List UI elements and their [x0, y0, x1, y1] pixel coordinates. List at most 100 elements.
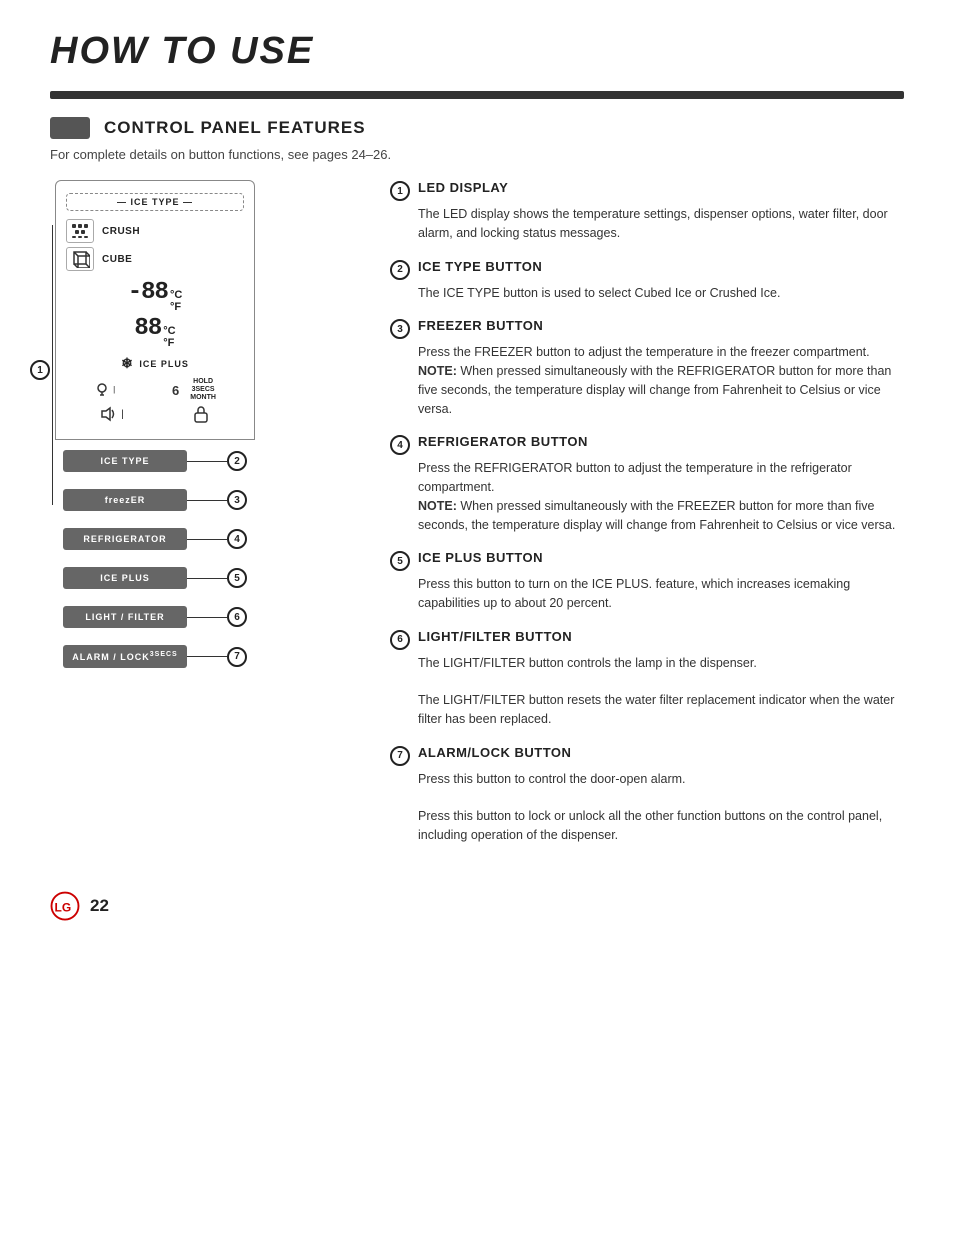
feature-title-3: FREEZER BUTTON [418, 318, 543, 333]
note-label-4: NOTE: [418, 499, 457, 513]
feature-light-filter: 6 LIGHT/FILTER BUTTON The LIGHT/FILTER b… [390, 629, 914, 729]
volume-divider: | [121, 409, 124, 420]
page-footer: LG 22 [0, 871, 954, 941]
ice-plus-btn-row: ICE PLUS 5 [63, 567, 247, 589]
control-panel-diagram: — ICE TYPE — [55, 180, 255, 682]
temp1-digits: -88 [128, 279, 168, 306]
feature-badge-1: 1 [390, 181, 410, 201]
ice-type-button[interactable]: ICE TYPE [63, 450, 187, 472]
feature-title-7: ALARM/LOCK BUTTON [418, 745, 571, 760]
temp-display: -88 °C °F 88 °C °F [66, 279, 244, 349]
feature-header-4: 4 REFRIGERATOR BUTTON [390, 434, 914, 455]
feature-header-7: 7 ALARM/LOCK BUTTON [390, 745, 914, 766]
right-panel: 1 LED DISPLAY The LED display shows the … [370, 180, 924, 861]
feature-desc-3: Press the FREEZER button to adjust the t… [418, 343, 914, 418]
feature-title-6: LIGHT/FILTER BUTTON [418, 629, 572, 644]
feature-badge-6: 6 [390, 630, 410, 650]
page-title: HOW TO USE [50, 30, 904, 73]
badge-3: 3 [227, 490, 247, 510]
badge-1: 1 [30, 360, 50, 380]
light-filter-btn-row: LIGHT / FILTER 6 [63, 606, 247, 628]
note-text-3: When pressed simultaneously with the REF… [418, 364, 891, 416]
feature-header-1: 1 LED DISPLAY [390, 180, 914, 201]
crush-item: CRUSH [66, 219, 244, 243]
page-number: 22 [90, 896, 109, 916]
note-text-4: When pressed simultaneously with the FRE… [418, 499, 895, 532]
feature-title-5: ICE PLUS BUTTON [418, 550, 543, 565]
badge-2: 2 [227, 451, 247, 471]
filter-icon-group: 6 HOLD 3SECS MONTH [171, 378, 216, 401]
ice-plus-display: ❄ ICE PLUS [66, 355, 244, 372]
feature-title-1: LED DISPLAY [418, 180, 508, 195]
cube-icon-box [66, 247, 94, 271]
section-title: CONTROL PANEL FEATURES [104, 118, 366, 138]
feature-ice-type: 2 ICE TYPE BUTTON The ICE TYPE button is… [390, 259, 914, 303]
page-header: HOW TO USE [0, 0, 954, 83]
ice-icons: CRUSH [66, 219, 244, 271]
ice-plus-label: ICE PLUS [139, 359, 189, 369]
cube-item: CUBE [66, 247, 244, 271]
feature-badge-7: 7 [390, 746, 410, 766]
lg-logo-icon: LG [50, 891, 80, 921]
temp-row-2: 88 °C °F [66, 315, 244, 349]
alarm-lock-button[interactable]: ALARM / LOCK3SECS [63, 645, 187, 668]
ice-type-btn-row: ICE TYPE 2 [63, 450, 247, 472]
light-icon-group: | [94, 382, 115, 398]
cube-label: CUBE [102, 254, 132, 265]
section-header-bar [50, 117, 90, 139]
freezer-button[interactable]: freezER [63, 489, 187, 511]
note-label-3: NOTE: [418, 364, 457, 378]
callout-line-3 [187, 500, 227, 501]
ice-type-section: — ICE TYPE — [66, 193, 244, 211]
callout-line-2 [187, 461, 227, 462]
feature-badge-2: 2 [390, 260, 410, 280]
feature-title-2: ICE TYPE BUTTON [418, 259, 542, 274]
light-filter-button[interactable]: LIGHT / FILTER [63, 606, 187, 628]
feature-header-6: 6 LIGHT/FILTER BUTTON [390, 629, 914, 650]
subtitle-text: For complete details on button functions… [50, 147, 904, 162]
badge-5: 5 [227, 568, 247, 588]
badge-6: 6 [227, 607, 247, 627]
feature-desc-4: Press the REFRIGERATOR button to adjust … [418, 459, 914, 534]
snowflake-icon: ❄ [121, 355, 133, 372]
lock-icon-group [192, 405, 210, 423]
feature-ice-plus: 5 ICE PLUS BUTTON Press this button to t… [390, 550, 914, 613]
divider-icon: | [113, 385, 115, 394]
light-bulb-icon [94, 382, 110, 398]
badge-7: 7 [227, 647, 247, 667]
temp1-units: °C °F [170, 289, 182, 313]
display-area: — ICE TYPE — [55, 180, 255, 440]
bottom-icons-row1: | 6 HOLD 3SECS MONTH [66, 378, 244, 401]
header-bar [50, 91, 904, 99]
feature-header-2: 2 ICE TYPE BUTTON [390, 259, 914, 280]
refrigerator-button[interactable]: REFRIGERATOR [63, 528, 187, 550]
lock-icon [192, 405, 210, 423]
svg-text:6: 6 [172, 383, 179, 398]
callout-line-4 [187, 539, 227, 540]
ice-plus-button[interactable]: ICE PLUS [63, 567, 187, 589]
volume-icon-group: | [100, 406, 124, 422]
feature-title-4: REFRIGERATOR BUTTON [418, 434, 588, 449]
svg-text:LG: LG [55, 900, 72, 914]
crush-label: CRUSH [102, 226, 140, 237]
feature-badge-5: 5 [390, 551, 410, 571]
section-header: CONTROL PANEL FEATURES [50, 117, 904, 139]
feature-desc-6: The LIGHT/FILTER button controls the lam… [418, 654, 914, 729]
feature-badge-4: 4 [390, 435, 410, 455]
filter-icon: 6 [171, 382, 187, 398]
feature-badge-3: 3 [390, 319, 410, 339]
temp2-units: °C °F [163, 325, 175, 349]
crush-icon-box [66, 219, 94, 243]
ice-type-label: — ICE TYPE — [73, 197, 237, 207]
feature-desc-7: Press this button to control the door-op… [418, 770, 914, 845]
alarm-lock-btn-row: ALARM / LOCK3SECS 7 [63, 645, 247, 668]
callout-line-6 [187, 617, 227, 618]
feature-header-3: 3 FREEZER BUTTON [390, 318, 914, 339]
callout-line-7 [187, 656, 227, 657]
freezer-btn-row: freezER 3 [63, 489, 247, 511]
feature-desc-2: The ICE TYPE button is used to select Cu… [418, 284, 914, 303]
temp2-digits: 88 [134, 315, 161, 342]
left-panel: 1 — ICE TYPE — [30, 180, 350, 861]
callout-line-5 [187, 578, 227, 579]
feature-header-5: 5 ICE PLUS BUTTON [390, 550, 914, 571]
